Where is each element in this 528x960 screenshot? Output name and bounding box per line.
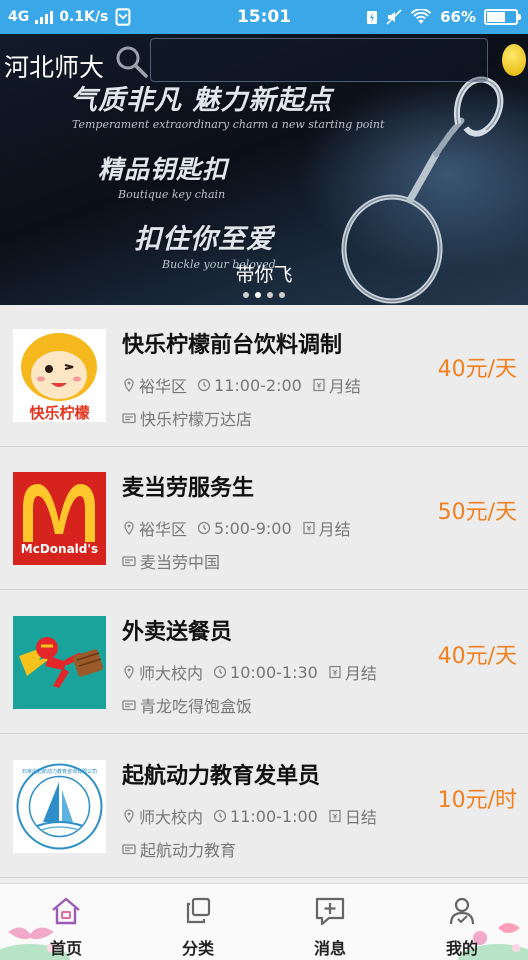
job-shop: 麦当劳中国: [122, 549, 220, 573]
message-icon: [315, 897, 345, 926]
search-input[interactable]: [150, 38, 488, 82]
status-right: 66%: [366, 0, 521, 34]
carousel-indicator[interactable]: [0, 292, 528, 298]
tab-category-label: 分类: [181, 939, 214, 958]
battery-saver-icon: [367, 11, 378, 24]
job-title: 快乐柠檬前台饮料调制: [122, 333, 343, 358]
list-item[interactable]: McDonald's 麦当劳服务生 裕华区 5:00-9:00 月结 麦当劳中国…: [0, 448, 528, 590]
lemon-icon[interactable]: [502, 44, 526, 76]
payment-icon: [313, 378, 325, 392]
status-bar: 4G 0.1K/s 15:01 66%: [0, 0, 528, 34]
job-area: 师大校内: [139, 664, 204, 683]
clock-icon: [213, 665, 227, 679]
happy-lemon-logo: 快乐柠檬: [13, 329, 106, 422]
list-item[interactable]: 快乐柠檬 快乐柠檬前台饮料调制 裕华区 11:00-2:00 月结 快乐柠檬万达…: [0, 305, 528, 447]
location-icon: [124, 665, 134, 679]
promo-sub-line-1: Temperament extraordinary charm a new st…: [72, 118, 385, 131]
promo-banner[interactable]: 河北师大 气质非凡 魅力新起点 Temperament extraordinar…: [0, 34, 528, 305]
clock-icon: [213, 809, 227, 823]
pay-cycle: 日结: [344, 808, 377, 827]
job-time: 5:00-9:00: [214, 518, 292, 538]
search-icon[interactable]: [112, 42, 152, 82]
list-item[interactable]: 外卖送餐员 师大校内 10:00-1:30 月结 青龙吃得饱盒饭 40元/天: [0, 592, 528, 734]
shop-name: 起航动力教育: [140, 841, 237, 860]
job-meta: 师大校内 11:00-1:00 日结: [122, 804, 377, 828]
location-icon: [124, 521, 134, 535]
job-area: 裕华区: [139, 377, 188, 396]
mcdonalds-logo-text: McDonald's: [20, 542, 99, 556]
job-wage: 40元/天: [437, 644, 517, 669]
qihang-logo-text: 石家庄起航动力教育咨询有限公司: [21, 769, 97, 775]
job-meta: 裕华区 5:00-9:00 月结: [122, 516, 351, 540]
wifi-icon: [410, 8, 432, 24]
clock-icon: [197, 378, 211, 392]
job-time: 11:00-1:00: [230, 806, 318, 826]
shop-name: 麦当劳中国: [140, 553, 221, 572]
carousel-dot[interactable]: [255, 292, 261, 298]
bottom-tab-bar: 首页 分类 消息 我的: [0, 883, 528, 960]
category-icon: [186, 897, 211, 924]
tab-home[interactable]: 首页: [0, 884, 132, 960]
shop-icon: [122, 700, 136, 711]
job-shop: 起航动力教育: [122, 837, 236, 861]
job-title: 外卖送餐员: [122, 620, 233, 645]
job-wage: 10元/时: [437, 788, 517, 813]
job-area: 裕华区: [139, 520, 188, 539]
tab-profile-label: 我的: [445, 939, 478, 958]
tab-home-label: 首页: [49, 939, 82, 958]
shop-icon: [122, 556, 136, 567]
promo-line-2: 精品钥匙扣: [98, 155, 229, 184]
job-wage: 50元/天: [437, 500, 517, 525]
job-title: 起航动力教育发单员: [122, 764, 321, 789]
shop-icon: [122, 413, 136, 424]
pay-cycle: 月结: [328, 377, 361, 396]
location-icon: [124, 378, 134, 392]
tab-messages-label: 消息: [313, 939, 346, 958]
job-meta: 裕华区 11:00-2:00 月结: [122, 373, 361, 397]
job-time: 11:00-2:00: [214, 375, 302, 395]
job-shop: 快乐柠檬万达店: [122, 406, 252, 430]
job-time: 10:00-1:30: [230, 662, 318, 682]
promo-sub-line-2: Boutique key chain: [118, 188, 226, 201]
battery-percent: 66%: [440, 8, 476, 26]
shop-icon: [122, 844, 136, 855]
payment-icon: [329, 665, 341, 679]
pay-cycle: 月结: [318, 520, 351, 539]
job-area: 师大校内: [139, 808, 204, 827]
happy-lemon-logo-text: 快乐柠檬: [29, 404, 90, 422]
carousel-dot[interactable]: [267, 292, 273, 298]
tab-profile[interactable]: 我的: [396, 884, 528, 960]
profile-icon: [449, 897, 475, 925]
shop-name: 青龙吃得饱盒饭: [140, 697, 253, 716]
pay-cycle: 月结: [344, 664, 377, 683]
mcdonalds-logo: McDonald's: [13, 472, 106, 565]
shop-name: 快乐柠檬万达店: [140, 410, 253, 429]
qihang-education-logo: 石家庄起航动力教育咨询有限公司: [13, 760, 106, 853]
clock-icon: [197, 521, 211, 535]
location-icon: [124, 809, 134, 823]
tab-category[interactable]: 分类: [132, 884, 264, 960]
home-icon: [52, 897, 80, 925]
promo-line-1: 气质非凡 魅力新起点: [70, 85, 333, 116]
list-item[interactable]: 石家庄起航动力教育咨询有限公司 起航动力教育发单员 师大校内 11:00-1:0…: [0, 736, 528, 878]
delivery-superhero-logo: [13, 616, 106, 709]
job-title: 麦当劳服务生: [122, 476, 255, 501]
promo-line-3: 扣住你至爱: [134, 224, 274, 255]
job-wage: 40元/天: [437, 357, 517, 382]
carousel-dot[interactable]: [279, 292, 285, 298]
carousel-dot[interactable]: [243, 292, 249, 298]
payment-icon: [303, 521, 315, 535]
banner-caption: 带你飞: [235, 264, 293, 286]
job-shop: 青龙吃得饱盒饭: [122, 693, 252, 717]
mute-icon: [386, 9, 402, 25]
tab-messages[interactable]: 消息: [264, 884, 396, 960]
job-meta: 师大校内 10:00-1:30 月结: [122, 660, 377, 684]
payment-icon: [329, 809, 341, 823]
battery-level: [487, 12, 506, 22]
battery-icon: [484, 9, 521, 25]
